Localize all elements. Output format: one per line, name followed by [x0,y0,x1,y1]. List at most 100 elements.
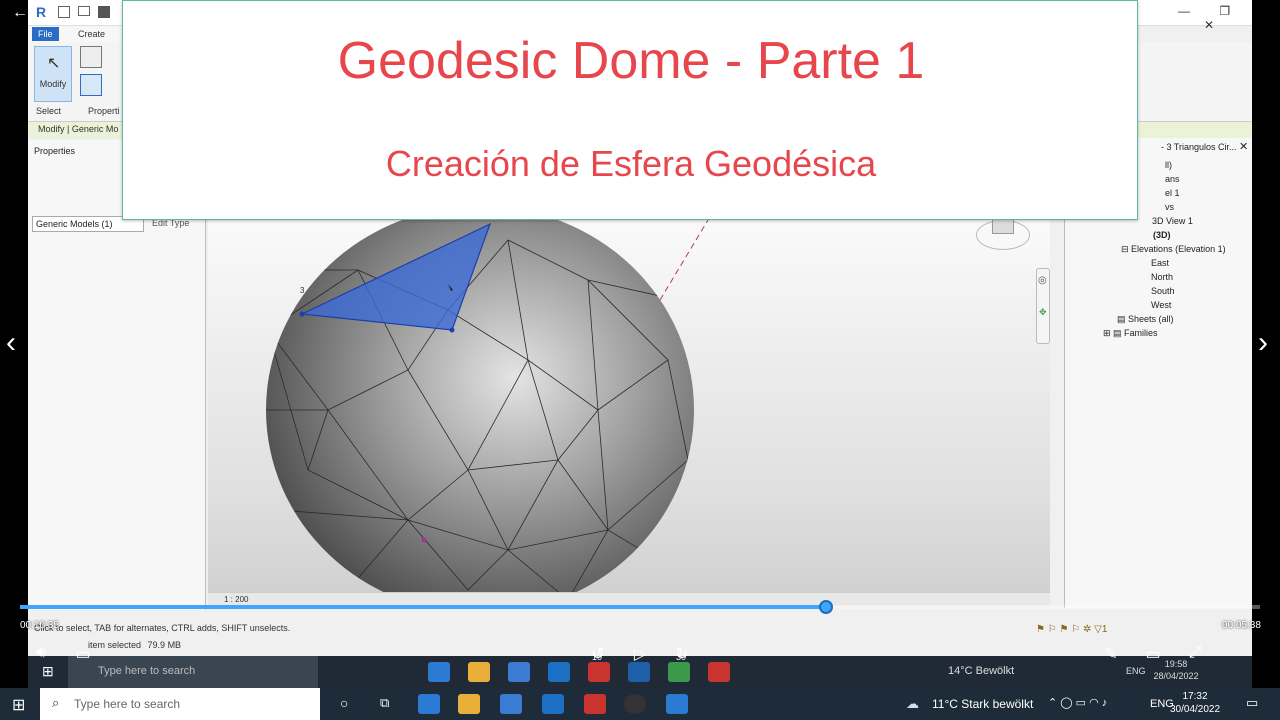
maximize-icon[interactable]: ❐ [1219,4,1230,18]
tab-file[interactable]: File [32,27,59,41]
weather-text[interactable]: 11°C Stark bewölkt [932,697,1033,711]
pan-icon[interactable]: ✥ [1039,307,1047,318]
window-controls: — ❐ ✕ [1178,4,1252,32]
store-icon [508,662,530,682]
video-app-icon[interactable] [666,694,688,714]
memory-usage: 79.9 MB [147,640,182,650]
tree-item-3d[interactable]: (3D) [1153,230,1171,240]
dimension-label: 3 [300,286,305,295]
recorded-search: Type here to search [68,656,318,688]
modify-label: Modify [39,79,67,89]
zoom-icon[interactable]: ◎ [1038,275,1047,286]
clock-date: 30/04/2022 [1170,704,1221,715]
tray-icons[interactable]: ⌃ ◯ ▭ ◠ ♪ [1048,696,1107,709]
tree-item[interactable]: el 1 [1165,188,1180,198]
recorded-lang: ENG [1126,666,1146,676]
windows-start-icon[interactable]: ⊞ [12,695,25,715]
revit-taskbar-icon [628,662,650,682]
select-dropdown[interactable]: Select [36,106,61,116]
selection-count: item selected [88,640,142,650]
file-explorer-icon[interactable] [458,694,480,714]
tree-item-north[interactable]: North [1151,272,1173,282]
search-icon: ⌕ [52,695,60,710]
revit-logo-icon: R [36,4,47,20]
tree-item[interactable]: ll) [1165,160,1172,170]
next-arrow-icon[interactable]: › [1258,326,1268,360]
elevations-label: Elevations (Elevation 1) [1131,244,1226,254]
tree-item[interactable]: ans [1165,174,1180,184]
properties-icon[interactable] [80,46,102,68]
sheets-label: Sheets (all) [1128,314,1174,324]
weather-icon: ☁ [906,696,919,711]
tree-item[interactable]: vs [1165,202,1174,212]
taskbar-search[interactable]: ⌕ Type here to search [40,688,320,720]
new-icon[interactable] [58,6,70,18]
rewind-button[interactable]: ↺ 10 [586,644,610,664]
mail-taskbar-icon[interactable] [542,694,564,714]
families-label: Families [1124,328,1158,338]
app-icon [588,662,610,682]
forward-button[interactable]: ↻ 30 [670,644,694,664]
app-taskbar-icon[interactable] [584,694,606,714]
geodesic-sphere [266,210,709,606]
tree-item-3d-view[interactable]: 3D View 1 [1152,216,1193,226]
modify-button[interactable]: ↖ Modify [34,46,72,102]
video-subtitle: Creación de Esfera Geodésica [385,143,877,184]
tree-item-elevations[interactable]: ⊟ Elevations (Elevation 1) [1121,244,1226,255]
remaining-time: 00:05:38 [1222,620,1261,631]
tab-create[interactable]: Create [72,27,111,41]
back-arrow-icon[interactable]: ← [12,4,28,22]
camtasia-icon [668,662,690,682]
tree-item-west[interactable]: West [1151,300,1171,310]
search-placeholder: Type here to search [74,697,181,711]
title-card: Geodesic Dome - Parte 1 Creación de Esfe… [122,0,1138,220]
task-view-icon[interactable]: ⧉ [380,695,389,711]
save-icon[interactable] [98,6,110,18]
progress-fill [20,605,826,609]
properties-heading: Properties [34,146,76,156]
taskbar: ⊞ ⌕ Type here to search ○ ⧉ ☁ 11°C Stark… [0,688,1280,720]
selection-filter-icons[interactable]: ⚑ ⚐ ⚑ ⚐ ✲ ▽1 [1036,624,1107,635]
clock[interactable]: 17:32 30/04/2022 [1170,690,1220,716]
video-player[interactable]: R — ❐ ✕ File Create ↖ Modify Select Prop… [0,0,1280,720]
close-icon[interactable]: ✕ [1204,18,1214,32]
filter-count: 1 [1101,624,1108,635]
previous-arrow-icon[interactable]: ‹ [6,326,16,360]
captions-icon[interactable]: ▭ [72,644,94,664]
type-properties-icon[interactable] [80,74,102,96]
cursor-icon: ↖ [47,55,61,72]
selection-status: item selected 79.9 MB [88,640,181,650]
davinci-icon[interactable] [624,694,646,714]
cortana-icon[interactable]: ○ [340,695,348,711]
elapsed-time: 00:10:35 [20,620,59,631]
notifications-icon[interactable]: ▭ [1246,695,1258,711]
store-taskbar-icon[interactable] [500,694,522,714]
view-control-bar: 1 : 200 [208,592,1050,606]
navigation-bar[interactable]: ◎ ✥ [1036,268,1050,344]
video-title: Geodesic Dome - Parte 1 [337,32,925,90]
viewcube-icon[interactable] [968,214,1038,256]
recorded-date: 28/04/2022 [1153,671,1199,681]
clock-time: 17:32 [1182,691,1208,702]
tree-item-families[interactable]: ⊞ ▤ Families [1103,328,1158,339]
minimize-icon[interactable]: — [1178,4,1190,18]
tree-item-south[interactable]: South [1151,286,1175,296]
volume-icon[interactable]: 🔊︎ [30,644,52,662]
fullscreen-icon[interactable]: ⤢ [1184,644,1206,662]
progress-knob[interactable] [819,600,833,614]
edge-taskbar-icon[interactable] [418,694,440,714]
mail-icon [548,662,570,682]
3d-viewport[interactable]: 3 ◎ ✥ 1 : 200 [208,210,1050,606]
status-hint: Click to select, TAB for alternates, CTR… [34,623,291,633]
browser-close-icon[interactable]: ✕ [1239,140,1248,153]
open-icon[interactable] [78,6,90,16]
recorded-weather: 14°C Bewölkt [948,665,1015,677]
view-scale[interactable]: 1 : 200 [224,595,248,604]
edit-icon[interactable]: ✎ [1100,644,1122,664]
tree-item-sheets[interactable]: ▤ Sheets (all) [1117,314,1174,325]
tree-item-east[interactable]: East [1151,258,1169,268]
play-button[interactable]: ▷ [628,644,652,664]
folder-icon [468,662,490,682]
miniplayer-icon[interactable]: ▭ [1142,644,1164,664]
rewind-label: 10 [592,652,603,662]
